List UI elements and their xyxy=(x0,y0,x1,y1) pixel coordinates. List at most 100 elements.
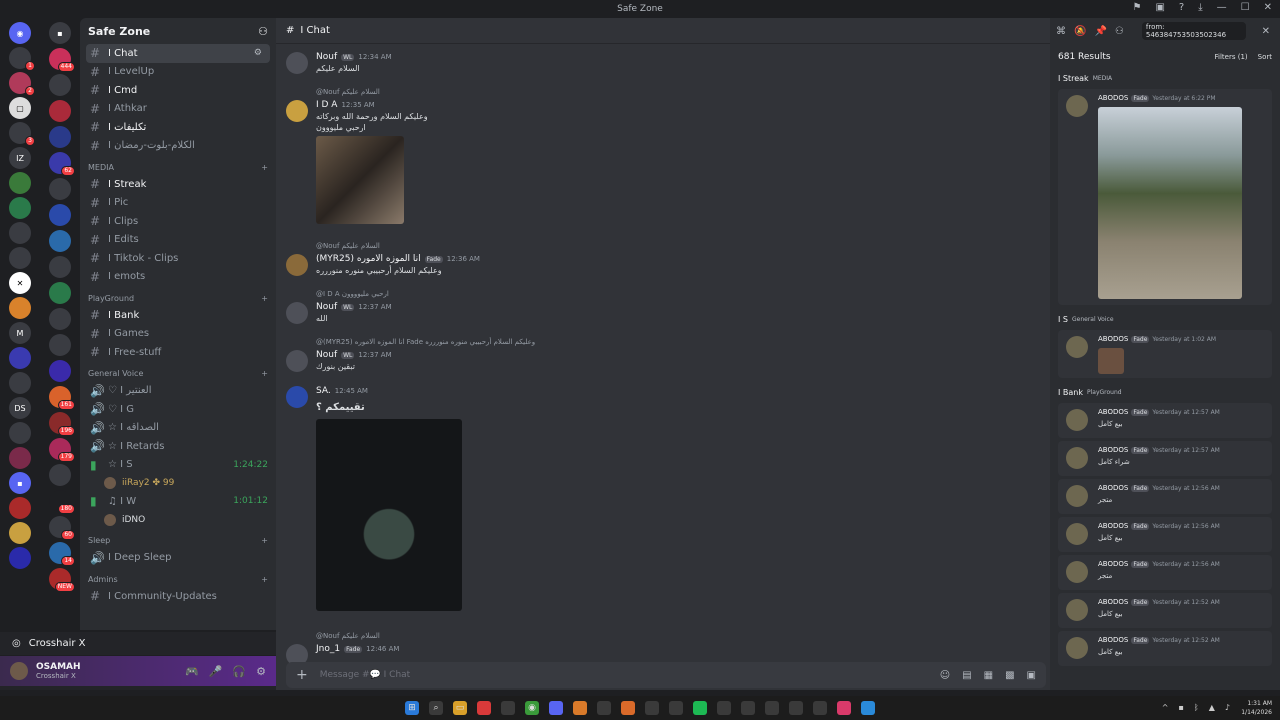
tray-app-icon[interactable]: ▪ xyxy=(1179,703,1184,712)
app-icon[interactable] xyxy=(645,701,659,715)
deafen-icon[interactable]: 🎧 xyxy=(232,665,246,678)
server-icon[interactable] xyxy=(49,256,71,278)
add-channel-icon[interactable]: + xyxy=(261,575,268,584)
guild-header[interactable]: Safe Zone ⚇ xyxy=(80,18,276,44)
server-icon[interactable]: 2 xyxy=(9,72,35,96)
add-attachment-icon[interactable]: + xyxy=(296,667,308,683)
voice-channel[interactable]: 🔊 ☆ I Retards xyxy=(80,437,276,456)
server-icon[interactable] xyxy=(49,360,71,382)
landscape-photo[interactable] xyxy=(1098,107,1242,299)
server-icon[interactable] xyxy=(9,522,31,544)
settings-icon[interactable]: ⚙ xyxy=(256,665,266,678)
server-icon[interactable]: IZ xyxy=(9,147,31,169)
category-general-voice[interactable]: General Voice + xyxy=(80,366,276,382)
author-name[interactable]: Nouf xyxy=(316,52,337,62)
volume-icon[interactable]: ♪ xyxy=(1225,703,1230,712)
threads-icon[interactable]: ⌘ xyxy=(1056,26,1066,37)
bluetooth-icon[interactable]: ᛒ xyxy=(1194,703,1199,712)
voice-channel[interactable]: 🔊 ♡ I G xyxy=(80,400,276,419)
server-icon[interactable]: 161 xyxy=(49,386,75,410)
add-channel-icon[interactable]: + xyxy=(261,163,268,172)
search-result[interactable]: ABODOS Fade Yesterday at 12:56 AM بيع كامل xyxy=(1058,517,1272,552)
server-icon[interactable]: 444 xyxy=(49,48,75,72)
channel-edits[interactable]: # I Edits xyxy=(80,231,276,250)
server-icon[interactable] xyxy=(49,282,71,304)
activity-row[interactable]: ◎ Crosshair X xyxy=(0,632,276,656)
result-section[interactable]: I Streak MEDIA xyxy=(1050,70,1280,86)
members-icon[interactable]: ⚇ xyxy=(1115,26,1124,37)
server-icon[interactable]: DS xyxy=(9,397,31,419)
search-input[interactable]: from: 546384753503502346 xyxy=(1141,22,1246,40)
search-result[interactable]: ABODOS Fade Yesterday at 1:02 AM xyxy=(1058,330,1272,378)
settings-icon[interactable]: ⚙ xyxy=(254,48,262,58)
gif-image[interactable] xyxy=(316,136,404,224)
channel-free-stuff[interactable]: # I Free-stuff xyxy=(80,343,276,362)
channel-emots[interactable]: # I emots xyxy=(80,268,276,287)
server-icon[interactable]: 62 xyxy=(49,152,75,176)
add-channel-icon[interactable]: + xyxy=(261,536,268,545)
server-icon[interactable] xyxy=(9,447,31,469)
server-icon[interactable]: 14 xyxy=(49,542,75,566)
channel-bank[interactable]: # I Bank xyxy=(80,306,276,325)
server-icon[interactable]: ▢ xyxy=(9,97,31,119)
server-icon[interactable] xyxy=(9,197,31,219)
emoji-icon[interactable]: ☺ xyxy=(940,670,950,681)
app-icon[interactable] xyxy=(741,701,755,715)
close-button[interactable]: ✕ xyxy=(1264,2,1272,13)
network-icon[interactable]: ▲ xyxy=(1209,703,1215,712)
server-icon[interactable]: 3 xyxy=(9,122,35,146)
app-icon[interactable] xyxy=(669,701,683,715)
search-result[interactable]: ABODOS Fade Yesterday at 12:52 AM بيع كامل xyxy=(1058,631,1272,666)
inbox-icon[interactable]: ⚑ xyxy=(1132,2,1141,13)
avatar[interactable] xyxy=(286,302,308,324)
voice-channel-s[interactable]: ▮ ☆ I S 1:24:22 xyxy=(80,456,276,475)
server-icon[interactable] xyxy=(49,178,71,200)
spotify-icon[interactable] xyxy=(693,701,707,715)
discord-icon[interactable] xyxy=(549,701,563,715)
reply-preview[interactable]: @(MYR25) انا الموزه الاموره Fade وعليكم … xyxy=(316,338,535,346)
folder-icon[interactable]: ▪ xyxy=(9,472,31,494)
server-icon[interactable]: ✕ xyxy=(9,272,31,294)
server-icon[interactable] xyxy=(9,547,31,569)
gif-icon[interactable]: ▤ xyxy=(962,670,971,681)
server-icon[interactable] xyxy=(49,126,71,148)
server-icon[interactable]: 180 xyxy=(49,490,75,514)
server-icon[interactable] xyxy=(49,204,71,226)
channel-streak[interactable]: # I Streak xyxy=(80,175,276,194)
chrome-icon[interactable]: ◉ xyxy=(525,701,539,715)
server-icon[interactable]: NEW xyxy=(49,568,75,592)
add-channel-icon[interactable]: + xyxy=(261,294,268,303)
clear-search-icon[interactable]: ✕ xyxy=(1262,26,1280,37)
search-result[interactable]: ABODOS Fade Yesterday at 12:57 AM شراء كامل xyxy=(1058,441,1272,476)
channel-baloot[interactable]: # I الكلام-بلوت-رمضان xyxy=(80,137,276,156)
search-result[interactable]: ABODOS Fade Yesterday at 6:22 PM xyxy=(1058,89,1272,305)
file-explorer-icon[interactable]: ▭ xyxy=(453,701,467,715)
server-icon[interactable] xyxy=(9,247,31,269)
gamepad-icon[interactable]: 🎮 xyxy=(185,665,199,678)
server-icon[interactable] xyxy=(49,74,71,96)
channel-tiktok[interactable]: # I Tiktok - Clips xyxy=(80,249,276,268)
channel-clips[interactable]: # I Clips xyxy=(80,212,276,231)
author-name[interactable]: I D A xyxy=(316,100,337,110)
server-icon[interactable] xyxy=(9,347,31,369)
search-result[interactable]: ABODOS Fade Yesterday at 12:56 AM متجر xyxy=(1058,479,1272,514)
minimize-button[interactable]: — xyxy=(1217,2,1227,13)
app-icon[interactable] xyxy=(813,701,827,715)
maximize-button[interactable]: ☐ xyxy=(1241,2,1250,13)
app-icon[interactable] xyxy=(573,701,587,715)
gift-icon[interactable]: ▣ xyxy=(1027,670,1036,681)
filters-button[interactable]: Filters (1) xyxy=(1215,53,1248,61)
add-channel-icon[interactable]: + xyxy=(261,369,268,378)
channel-cmd[interactable]: # I Cmd xyxy=(80,81,276,100)
chevron-up-icon[interactable]: ^ xyxy=(1162,703,1169,712)
channel-chat[interactable]: # I Chat ⚙ xyxy=(86,44,270,63)
author-name[interactable]: Nouf xyxy=(316,302,337,312)
help-icon[interactable]: ? xyxy=(1179,2,1184,13)
pin-icon[interactable]: 📌 xyxy=(1094,26,1106,37)
apps-icon[interactable]: ▩ xyxy=(1005,670,1014,681)
app-icon[interactable] xyxy=(717,701,731,715)
windows-start-icon[interactable]: ⊞ xyxy=(405,701,419,715)
steam-icon[interactable] xyxy=(597,701,611,715)
result-section[interactable]: I S General Voice xyxy=(1050,311,1280,327)
download-icon[interactable]: ⤓ xyxy=(1198,2,1202,13)
